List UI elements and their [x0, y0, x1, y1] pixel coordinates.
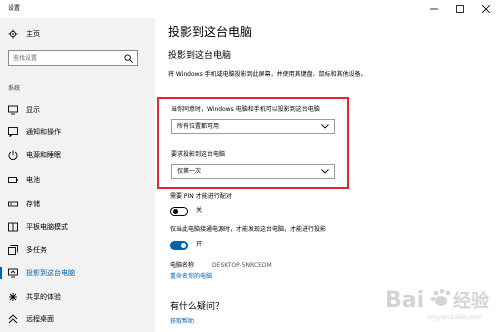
- multitasking-icon: [8, 245, 18, 255]
- availability-label: 当你同意时，Windows 电脑和手机可以投影到这台电脑: [171, 106, 320, 113]
- projecting-icon: [8, 268, 18, 278]
- dropdown-value: 所有位置都可用: [177, 122, 220, 130]
- sidebar-item-label: 存储: [26, 199, 40, 208]
- maximize-button[interactable]: [448, 0, 472, 18]
- chevron-down-icon: [321, 124, 329, 129]
- display-icon: [8, 105, 18, 115]
- minimize-icon: [430, 8, 438, 10]
- section-title: 投影到这台电脑: [168, 51, 232, 61]
- sidebar-item-home[interactable]: 主页: [0, 25, 155, 43]
- plugged-in-toggle-state: 开: [196, 241, 203, 248]
- remote-desktop-icon: [8, 314, 18, 324]
- battery-icon: [8, 175, 18, 185]
- page-title: 投影到这台电脑: [168, 25, 253, 39]
- sidebar-item-multitasking[interactable]: 多任务: [0, 241, 155, 259]
- shared-experiences-icon: [8, 292, 18, 302]
- sidebar-item-label: 电池: [26, 175, 40, 184]
- close-button[interactable]: [474, 0, 498, 18]
- sidebar-item-label: 远程桌面: [26, 314, 54, 323]
- svg-text:经验: 经验: [453, 290, 490, 312]
- minimize-button[interactable]: [422, 0, 446, 18]
- sidebar-item-label: 显示: [26, 105, 40, 114]
- sidebar-item-label: 平板电脑模式: [26, 222, 68, 231]
- close-icon: [482, 5, 490, 13]
- pin-toggle-state: 关: [196, 207, 203, 214]
- sidebar-item-shared-experiences[interactable]: 共享的体验: [0, 288, 155, 306]
- dropdown-value: 仅第一次: [177, 167, 202, 175]
- plugged-in-toggle[interactable]: [170, 241, 188, 250]
- home-icon: [8, 29, 18, 39]
- sidebar-item-label: 电源和睡眠: [26, 150, 61, 159]
- sidebar-item-label: 通知和操作: [26, 127, 61, 136]
- faq-title: 有什么疑问？: [170, 302, 225, 312]
- pin-toggle[interactable]: [170, 207, 188, 216]
- window-title: 设置: [8, 5, 21, 12]
- sidebar-item-battery[interactable]: 电池: [0, 171, 155, 189]
- get-help-link[interactable]: 获取帮助: [170, 318, 194, 326]
- ask-projection-label: 要求投影到这台电脑: [171, 151, 226, 158]
- baidu-watermark-logo: Bai 经验 jingyan.baidu.com: [385, 288, 490, 321]
- power-icon: [8, 150, 18, 160]
- chevron-down-icon: [321, 169, 329, 174]
- title-bar: 设置: [0, 0, 500, 18]
- toggle-knob: [173, 209, 178, 214]
- maximize-icon: [456, 5, 464, 13]
- ask-projection-dropdown[interactable]: 仅第一次: [171, 164, 335, 179]
- sidebar-item-label: 共享的体验: [26, 292, 61, 301]
- sidebar-item-remote-desktop[interactable]: 远程桌面: [0, 310, 155, 328]
- sidebar-item-notifications[interactable]: 通知和操作: [0, 123, 155, 141]
- availability-dropdown[interactable]: 所有位置都可用: [171, 119, 335, 134]
- sidebar-item-display[interactable]: 显示: [0, 101, 155, 119]
- toggle-knob: [181, 243, 186, 248]
- svg-text:jingyan.baidu.com: jingyan.baidu.com: [426, 314, 483, 321]
- pin-label: 需要 PIN 才能进行配对: [170, 193, 232, 200]
- search-box[interactable]: [8, 50, 138, 66]
- plugged-in-label: 仅当此电脑接通电源时，才能发现这台电脑，才能进行投影: [170, 226, 327, 233]
- sidebar-item-power[interactable]: 电源和睡眠: [0, 146, 155, 164]
- search-input[interactable]: [9, 51, 117, 65]
- rename-pc-link[interactable]: 重命名你的电脑: [170, 273, 212, 281]
- sidebar-item-label: 投影到这台电脑: [26, 268, 75, 277]
- search-icon: [124, 54, 133, 63]
- section-description: 将 Windows 手机或电脑投影到此屏幕，并使用其键盘、鼠标和其他设备。: [168, 71, 367, 78]
- tablet-mode-icon: [8, 222, 18, 232]
- sidebar-item-storage[interactable]: 存储: [0, 195, 155, 213]
- sidebar-item-projecting[interactable]: 投影到这台电脑: [0, 264, 155, 282]
- storage-icon: [8, 199, 18, 209]
- sidebar-item-tablet-mode[interactable]: 平板电脑模式: [0, 218, 155, 236]
- active-indicator: [0, 267, 2, 279]
- svg-text:Bai: Bai: [385, 288, 424, 313]
- sidebar-section-label: 系统: [8, 85, 21, 92]
- pc-name-label: 电脑名称: [170, 262, 195, 269]
- pc-name-value: DESKTOP-5NRCEDM: [212, 262, 272, 269]
- notifications-icon: [8, 127, 18, 137]
- sidebar-item-label: 主页: [26, 29, 40, 38]
- sidebar-item-label: 多任务: [26, 245, 47, 254]
